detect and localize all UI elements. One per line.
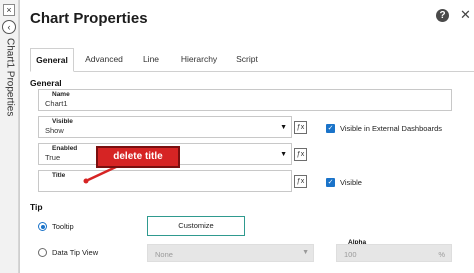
name-field-value: Chart1 [45, 99, 68, 108]
tab-hierarchy[interactable]: Hierarchy [176, 48, 222, 72]
general-section-label: General [30, 78, 62, 88]
title-visible-label: Visible [340, 178, 362, 187]
tip-section-label: Tip [30, 202, 43, 212]
close-icon[interactable]: ✕ [460, 7, 471, 23]
chevron-down-icon: ▼ [302, 249, 309, 256]
collapsed-side-strip: × ‹ Chart1 Properties [0, 0, 19, 273]
tooltip-radio-label: Tooltip [52, 222, 74, 231]
data-tip-view-radio[interactable] [38, 248, 47, 257]
page-title: Chart Properties [30, 10, 148, 27]
alpha-input[interactable]: 100 % [336, 244, 452, 262]
title-field-label: Title [52, 172, 66, 179]
alpha-value: 100 [344, 250, 357, 259]
tooltip-radio[interactable] [38, 222, 47, 231]
help-icon[interactable]: ? [436, 9, 449, 22]
chevron-down-icon: ▼ [280, 151, 287, 158]
expression-editor-icon[interactable]: ƒx [294, 175, 307, 188]
annotation-callout: delete title [96, 146, 180, 168]
tab-bar: General Advanced Line Hierarchy Script [30, 48, 474, 72]
chart-properties-panel: Chart Properties ? ✕ General Advanced Li… [19, 0, 474, 273]
back-arrow-icon[interactable]: ‹ [2, 20, 16, 34]
visible-select-label: Visible [52, 118, 73, 125]
customize-button[interactable]: Customize [147, 216, 245, 236]
visible-select[interactable]: Visible Show ▼ [38, 116, 292, 138]
chevron-down-icon: ▼ [280, 124, 287, 131]
expression-editor-icon[interactable]: ƒx [294, 121, 307, 134]
close-icon[interactable]: × [3, 4, 15, 16]
enabled-select-value: True [45, 153, 61, 162]
visible-external-checkbox[interactable]: ✓ [326, 124, 335, 133]
enabled-select-label: Enabled [52, 145, 78, 152]
title-visible-checkbox[interactable]: ✓ [326, 178, 335, 187]
expression-editor-icon[interactable]: ƒx [294, 148, 307, 161]
visible-select-value: Show [45, 126, 64, 135]
data-tip-view-select[interactable]: None ▼ [147, 244, 314, 262]
alpha-unit: % [438, 250, 445, 259]
tab-general[interactable]: General [30, 48, 74, 72]
title-field[interactable]: Title [38, 170, 292, 192]
tab-advanced[interactable]: Advanced [80, 48, 128, 72]
data-tip-view-label: Data Tip View [52, 248, 99, 257]
side-strip-title[interactable]: Chart1 Properties [5, 38, 16, 116]
name-field[interactable]: Name Chart1 [38, 89, 452, 111]
visible-external-label: Visible in External Dashboards [340, 124, 443, 133]
data-tip-view-value: None [155, 250, 173, 259]
tab-line[interactable]: Line [138, 48, 164, 72]
name-field-label: Name [52, 91, 70, 98]
tab-script[interactable]: Script [232, 48, 262, 72]
